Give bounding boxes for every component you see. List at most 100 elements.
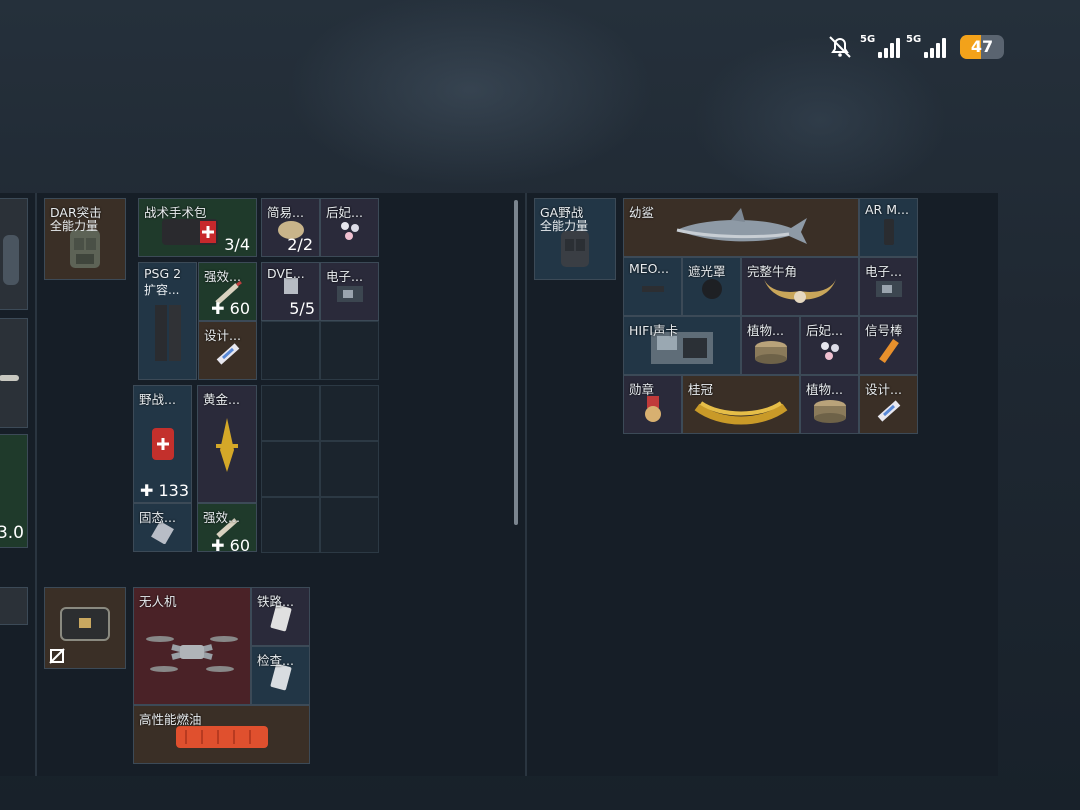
item-strong-1[interactable]: 强效... ✚ 60 — [198, 262, 257, 321]
circuit-board-icon — [875, 281, 902, 298]
backpack-scrollbar[interactable] — [514, 200, 518, 525]
item-fuel[interactable]: 高性能燃油 — [133, 705, 310, 764]
backpack-rig-slot[interactable]: DAR突击 全能力量 — [44, 198, 126, 280]
signal-5g-1-icon: 5G — [860, 34, 900, 58]
item-dve[interactable]: DVE... 5/5 — [261, 262, 320, 321]
first-aid-icon — [151, 428, 174, 460]
item-meo[interactable]: MEO... — [623, 257, 682, 316]
item-subname: 扩容... — [144, 283, 180, 297]
item-name: 电子... — [865, 264, 902, 279]
item-queen-2[interactable]: 后妃... — [800, 316, 859, 375]
item-horn[interactable]: 完整牛角 — [741, 257, 859, 316]
item-name: 检查... — [257, 653, 294, 668]
item-count-wrapper: ✚ 60 — [211, 299, 250, 318]
item-name: 遮光罩 — [688, 264, 726, 279]
item-gold[interactable]: 黄金... — [197, 385, 257, 503]
item-plant-2[interactable]: 植物... — [800, 375, 859, 434]
magazine-icon — [154, 304, 181, 361]
item-medal[interactable]: 勋章 — [623, 375, 682, 434]
item-field-kit[interactable]: 野战... ✚ 133 — [133, 385, 192, 503]
item-hood[interactable]: 遮光罩 — [682, 257, 741, 316]
item-solid[interactable]: 固态... — [133, 503, 192, 552]
grid-cell[interactable] — [261, 385, 320, 441]
item-name: 强效... — [204, 269, 241, 284]
item-name: 野战... — [139, 392, 176, 407]
bullet-icon — [0, 375, 19, 382]
item-design-1[interactable]: 设计... — [198, 321, 257, 380]
grid-cell[interactable] — [320, 385, 379, 441]
item-name: AR M... — [865, 202, 909, 217]
item-name: 设计... — [865, 382, 902, 397]
no-insure-icon — [49, 648, 65, 664]
item-laurel[interactable]: 桂冠 — [682, 375, 800, 434]
item-count-wrapper: ✚ 133 — [140, 481, 189, 500]
item-electronic-2[interactable]: 电子... — [859, 257, 918, 316]
item-psg2-mag[interactable]: PSG 2 扩容... — [138, 262, 197, 380]
grid-cell[interactable] — [320, 497, 379, 553]
item-count: 133 — [158, 481, 190, 500]
item-hifi[interactable]: HIFI声卡 — [623, 316, 741, 375]
item-electronic-1[interactable]: 电子... — [320, 262, 379, 321]
item-design-2[interactable]: 设计... — [859, 375, 918, 434]
item-plant-1[interactable]: 植物... — [741, 316, 800, 375]
item-inspect[interactable]: 检查... — [251, 646, 310, 705]
jewelry-icon — [820, 342, 839, 361]
item-surgery-kit[interactable]: 战术手术包 3/4 — [138, 198, 257, 257]
item-name: 后妃... — [806, 323, 843, 338]
item-name: MEO... — [629, 261, 669, 276]
equipment-slot[interactable] — [0, 198, 28, 310]
column-divider — [35, 193, 37, 776]
item-flare[interactable]: 信号棒 — [859, 316, 918, 375]
item-name: 信号棒 — [865, 323, 903, 338]
item-name: HIFI声卡 — [629, 323, 678, 338]
plus-icon: ✚ — [140, 481, 154, 500]
plus-icon: ✚ — [211, 299, 225, 318]
item-count: 60 — [229, 299, 250, 318]
item-count: 3/4 — [224, 235, 250, 254]
grid-cell[interactable] — [261, 321, 320, 380]
secure-case-slot[interactable] — [44, 587, 126, 669]
item-name: 幼鲨 — [629, 205, 655, 220]
magazine-icon — [883, 219, 894, 246]
item-name: 高性能燃油 — [139, 712, 202, 727]
grid-cell[interactable] — [261, 441, 320, 497]
battery-level: 47 — [970, 37, 994, 56]
item-name: 铁路... — [257, 594, 294, 609]
status-bar: 5G 5G 47 — [826, 30, 1004, 64]
plus-icon: ✚ — [211, 536, 225, 552]
equipment-slot[interactable]: 3.0 — [0, 434, 28, 548]
item-name: 植物... — [747, 323, 784, 338]
item-name: 设计... — [204, 328, 241, 343]
item-name: 简易... — [267, 205, 304, 220]
network-type-label: 5G — [906, 34, 922, 45]
scope-mount-icon — [641, 286, 664, 293]
item-name: PSG 2 — [144, 266, 182, 281]
grid-cell[interactable] — [261, 497, 320, 553]
item-name: 固态... — [139, 510, 176, 525]
item-simple[interactable]: 简易... 2/2 — [261, 198, 320, 257]
grid-cell[interactable] — [320, 441, 379, 497]
helmet-icon — [3, 234, 19, 285]
item-strong-2[interactable]: 强效... ✚ 60 — [197, 503, 257, 552]
item-drone[interactable]: 无人机 — [133, 587, 251, 705]
item-name: DVE... — [267, 266, 305, 281]
blueprint-icon — [216, 343, 239, 365]
item-name: 电子... — [326, 269, 363, 284]
item-queen-1[interactable]: 后妃... — [320, 198, 379, 257]
medal-icon — [644, 396, 661, 423]
item-subname: 全能力量 — [540, 219, 589, 233]
item-ar-mag[interactable]: AR M... — [859, 198, 918, 257]
laurel-crown-icon — [694, 401, 788, 425]
item-shark[interactable]: 幼鲨 — [623, 198, 859, 257]
blueprint-icon — [877, 400, 900, 422]
item-railway[interactable]: 铁路... — [251, 587, 310, 646]
equipment-value: 3.0 — [0, 523, 24, 543]
equipment-slot[interactable] — [0, 587, 28, 625]
jar-icon — [754, 341, 787, 365]
jewelry-icon — [340, 222, 359, 241]
loot-rig-slot[interactable]: GA野战 全能力量 — [534, 198, 616, 280]
equipment-slot[interactable] — [0, 318, 28, 428]
secure-case-icon — [60, 607, 110, 641]
grid-cell[interactable] — [320, 321, 379, 380]
jar-icon — [813, 400, 846, 424]
